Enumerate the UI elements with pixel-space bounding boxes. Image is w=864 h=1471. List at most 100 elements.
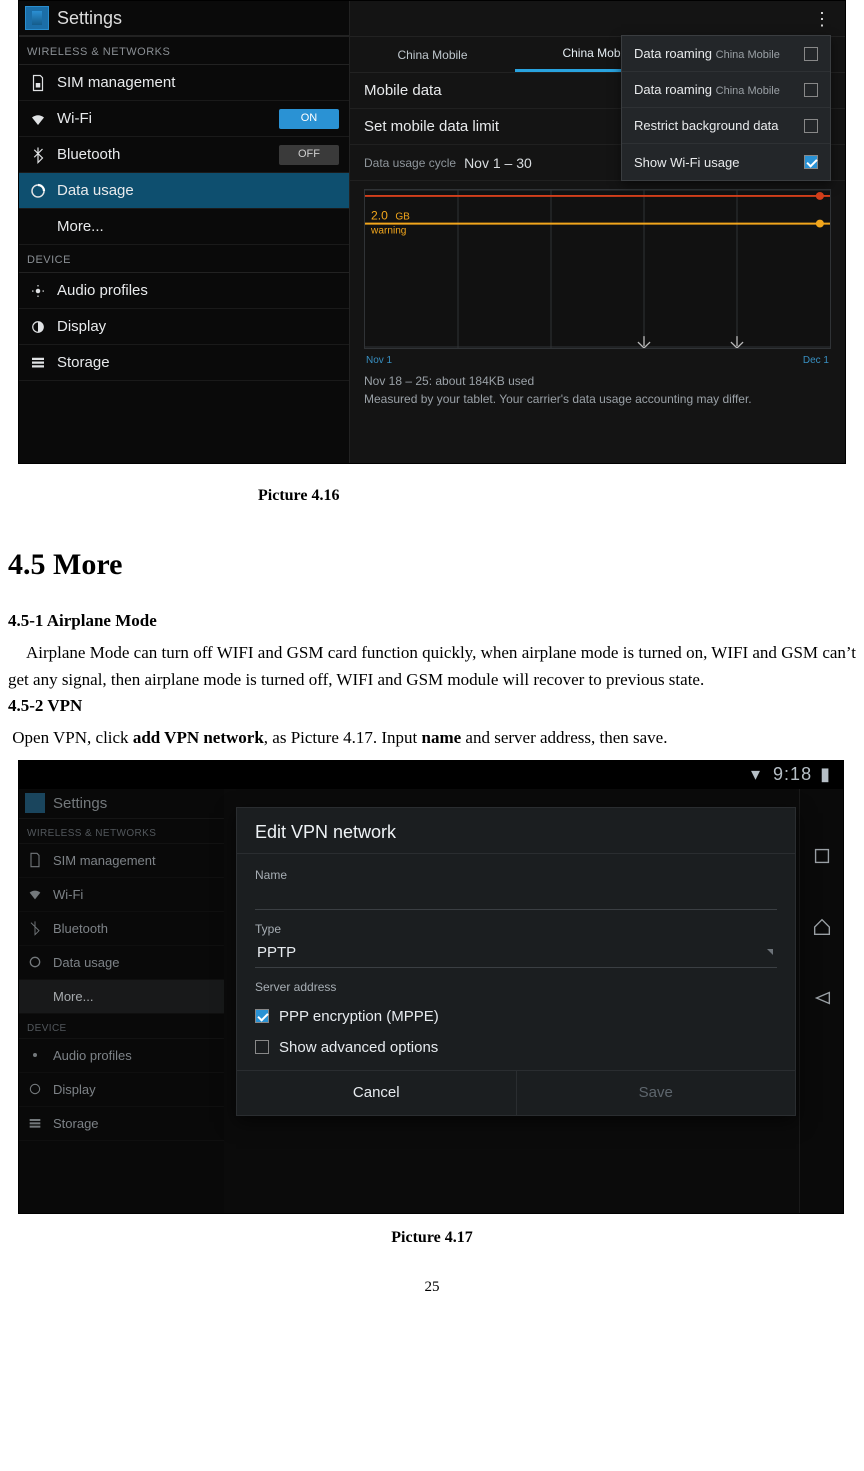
- heading-4-5-1: 4.5-1 Airplane Mode: [8, 612, 856, 629]
- checkbox[interactable]: [804, 83, 818, 97]
- sidebar-item-sim[interactable]: SIM management: [19, 844, 224, 878]
- para-airplane: Airplane Mode can turn off WIFI and GSM …: [8, 639, 856, 693]
- vpn-name-input[interactable]: [255, 886, 777, 910]
- sidebar-cat-wireless: WIRELESS & NETWORKS: [19, 819, 224, 844]
- sidebar-item-more[interactable]: More...: [19, 980, 224, 1014]
- usage-summary: Nov 18 – 25: about 184KB used Measured b…: [350, 366, 845, 420]
- sidebar-item-bluetooth[interactable]: Bluetooth: [19, 912, 224, 946]
- sidebar-cat-device: DEVICE: [19, 1014, 224, 1039]
- menu-label: Show Wi-Fi usage: [634, 156, 739, 169]
- checkbox[interactable]: [804, 47, 818, 61]
- row-label: Mobile data: [364, 83, 442, 98]
- wifi-switch-on[interactable]: ON: [279, 109, 339, 129]
- field-label-type: Type: [255, 922, 777, 936]
- row-value: Nov 1 – 30: [464, 156, 532, 170]
- sim-icon: [27, 852, 43, 868]
- sidebar-item-storage[interactable]: Storage: [19, 1107, 224, 1141]
- sidebar-label: Bluetooth: [57, 147, 120, 162]
- sidebar-title: Settings: [57, 8, 122, 29]
- field-label-server: Server address: [255, 980, 777, 994]
- advanced-row[interactable]: Show advanced options: [255, 1039, 777, 1056]
- sidebar-cat-device: DEVICE: [19, 245, 349, 273]
- sidebar-label: Storage: [57, 355, 110, 370]
- ppp-row[interactable]: PPP encryption (MPPE): [255, 1008, 777, 1025]
- wifi-icon: [27, 886, 43, 902]
- sidebar-label: More...: [57, 219, 104, 234]
- sidebar-item-display[interactable]: Display: [19, 1073, 224, 1107]
- sidebar-item-data-usage[interactable]: Data usage: [19, 173, 349, 209]
- select-value: PPTP: [257, 944, 296, 961]
- sidebar-item-data-usage[interactable]: Data usage: [19, 946, 224, 980]
- bt-switch-off[interactable]: OFF: [279, 145, 339, 165]
- advanced-label: Show advanced options: [279, 1039, 438, 1056]
- checkbox-ppp[interactable]: [255, 1009, 269, 1023]
- checkbox[interactable]: [804, 119, 818, 133]
- display-icon: [29, 318, 47, 336]
- dialog-title: Edit VPN network: [237, 808, 795, 854]
- sidebar-label: Wi-Fi: [53, 887, 83, 902]
- menu-label: Data roaming: [634, 82, 712, 97]
- status-bar: ▾ 9:18 ▮: [19, 761, 843, 789]
- settings-sidebar: Settings WIRELESS & NETWORKS SIM managem…: [19, 1, 349, 463]
- sidebar-item-wifi[interactable]: Wi-Fi ON: [19, 101, 349, 137]
- sidebar-item-more[interactable]: More...: [19, 209, 349, 245]
- heading-4-5-2: 4.5-2 VPN: [8, 697, 856, 714]
- ppp-label: PPP encryption (MPPE): [279, 1008, 439, 1025]
- sidebar-label: Audio profiles: [57, 283, 148, 298]
- checkbox-checked[interactable]: [804, 155, 818, 169]
- sidebar-item-audio[interactable]: Audio profiles: [19, 1039, 224, 1073]
- menu-data-roaming-1[interactable]: Data roaming China Mobile: [622, 36, 830, 72]
- vpn-type-select[interactable]: PPTP: [255, 940, 777, 968]
- checkbox-advanced[interactable]: [255, 1040, 269, 1054]
- sidebar-label: Storage: [53, 1116, 99, 1131]
- data-usage-icon: [27, 954, 43, 970]
- sidebar-title: Settings: [53, 795, 107, 812]
- storage-icon: [27, 1115, 43, 1131]
- sidebar-header: Settings: [19, 1, 349, 37]
- back-icon[interactable]: [811, 987, 833, 1014]
- sidebar-label: Display: [53, 1082, 96, 1097]
- wifi-icon: [29, 110, 47, 128]
- dropdown-triangle-icon: [767, 949, 773, 955]
- cancel-button[interactable]: Cancel: [237, 1071, 516, 1115]
- screenshot-data-usage: Settings WIRELESS & NETWORKS SIM managem…: [18, 0, 846, 464]
- edit-vpn-dialog: Edit VPN network Name Type PPTP Server a…: [236, 807, 796, 1116]
- sidebar-item-bluetooth[interactable]: Bluetooth OFF: [19, 137, 349, 173]
- sidebar-label: Data usage: [53, 955, 120, 970]
- overflow-menu-icon[interactable]: ⋮: [813, 10, 833, 28]
- bluetooth-icon: [27, 920, 43, 936]
- row-label: Data usage cycle: [364, 157, 456, 169]
- audio-icon: [27, 1047, 43, 1063]
- menu-sub: China Mobile: [716, 49, 780, 61]
- audio-icon: [29, 282, 47, 300]
- menu-restrict-bg[interactable]: Restrict background data: [622, 108, 830, 144]
- usage-line2: Measured by your tablet. Your carrier's …: [364, 390, 831, 408]
- sidebar-item-sim[interactable]: SIM management: [19, 65, 349, 101]
- sidebar-item-storage[interactable]: Storage: [19, 345, 349, 381]
- save-button[interactable]: Save: [516, 1071, 796, 1115]
- panel-topbar: ⋮: [350, 1, 845, 37]
- home-icon[interactable]: [811, 916, 833, 943]
- menu-data-roaming-2[interactable]: Data roaming China Mobile: [622, 72, 830, 108]
- chart-x-start: Nov 1: [366, 355, 392, 366]
- menu-show-wifi[interactable]: Show Wi-Fi usage: [622, 144, 830, 180]
- sidebar-item-wifi[interactable]: Wi-Fi: [19, 878, 224, 912]
- heading-4-5: 4.5 More: [8, 550, 856, 580]
- usage-chart[interactable]: 2.0 GB warning: [364, 189, 831, 349]
- sidebar-label: Audio profiles: [53, 1048, 132, 1063]
- sidebar-label: Wi-Fi: [57, 111, 92, 126]
- bluetooth-icon: [29, 146, 47, 164]
- display-icon: [27, 1081, 43, 1097]
- sidebar-item-display[interactable]: Display: [19, 309, 349, 345]
- sidebar-label: Data usage: [57, 183, 134, 198]
- battery-icon: ▮: [820, 764, 831, 785]
- row-label: Set mobile data limit: [364, 119, 499, 134]
- chart-value: 2.0: [371, 209, 388, 223]
- sidebar-header: Settings: [19, 789, 224, 819]
- caption-417: Picture 4.17: [0, 1230, 864, 1246]
- data-usage-icon: [29, 182, 47, 200]
- recent-apps-icon[interactable]: [811, 845, 833, 872]
- settings-sidebar: Settings WIRELESS & NETWORKS SIM managem…: [19, 789, 224, 1213]
- tab-sim1[interactable]: China Mobile: [350, 37, 515, 72]
- sidebar-item-audio[interactable]: Audio profiles: [19, 273, 349, 309]
